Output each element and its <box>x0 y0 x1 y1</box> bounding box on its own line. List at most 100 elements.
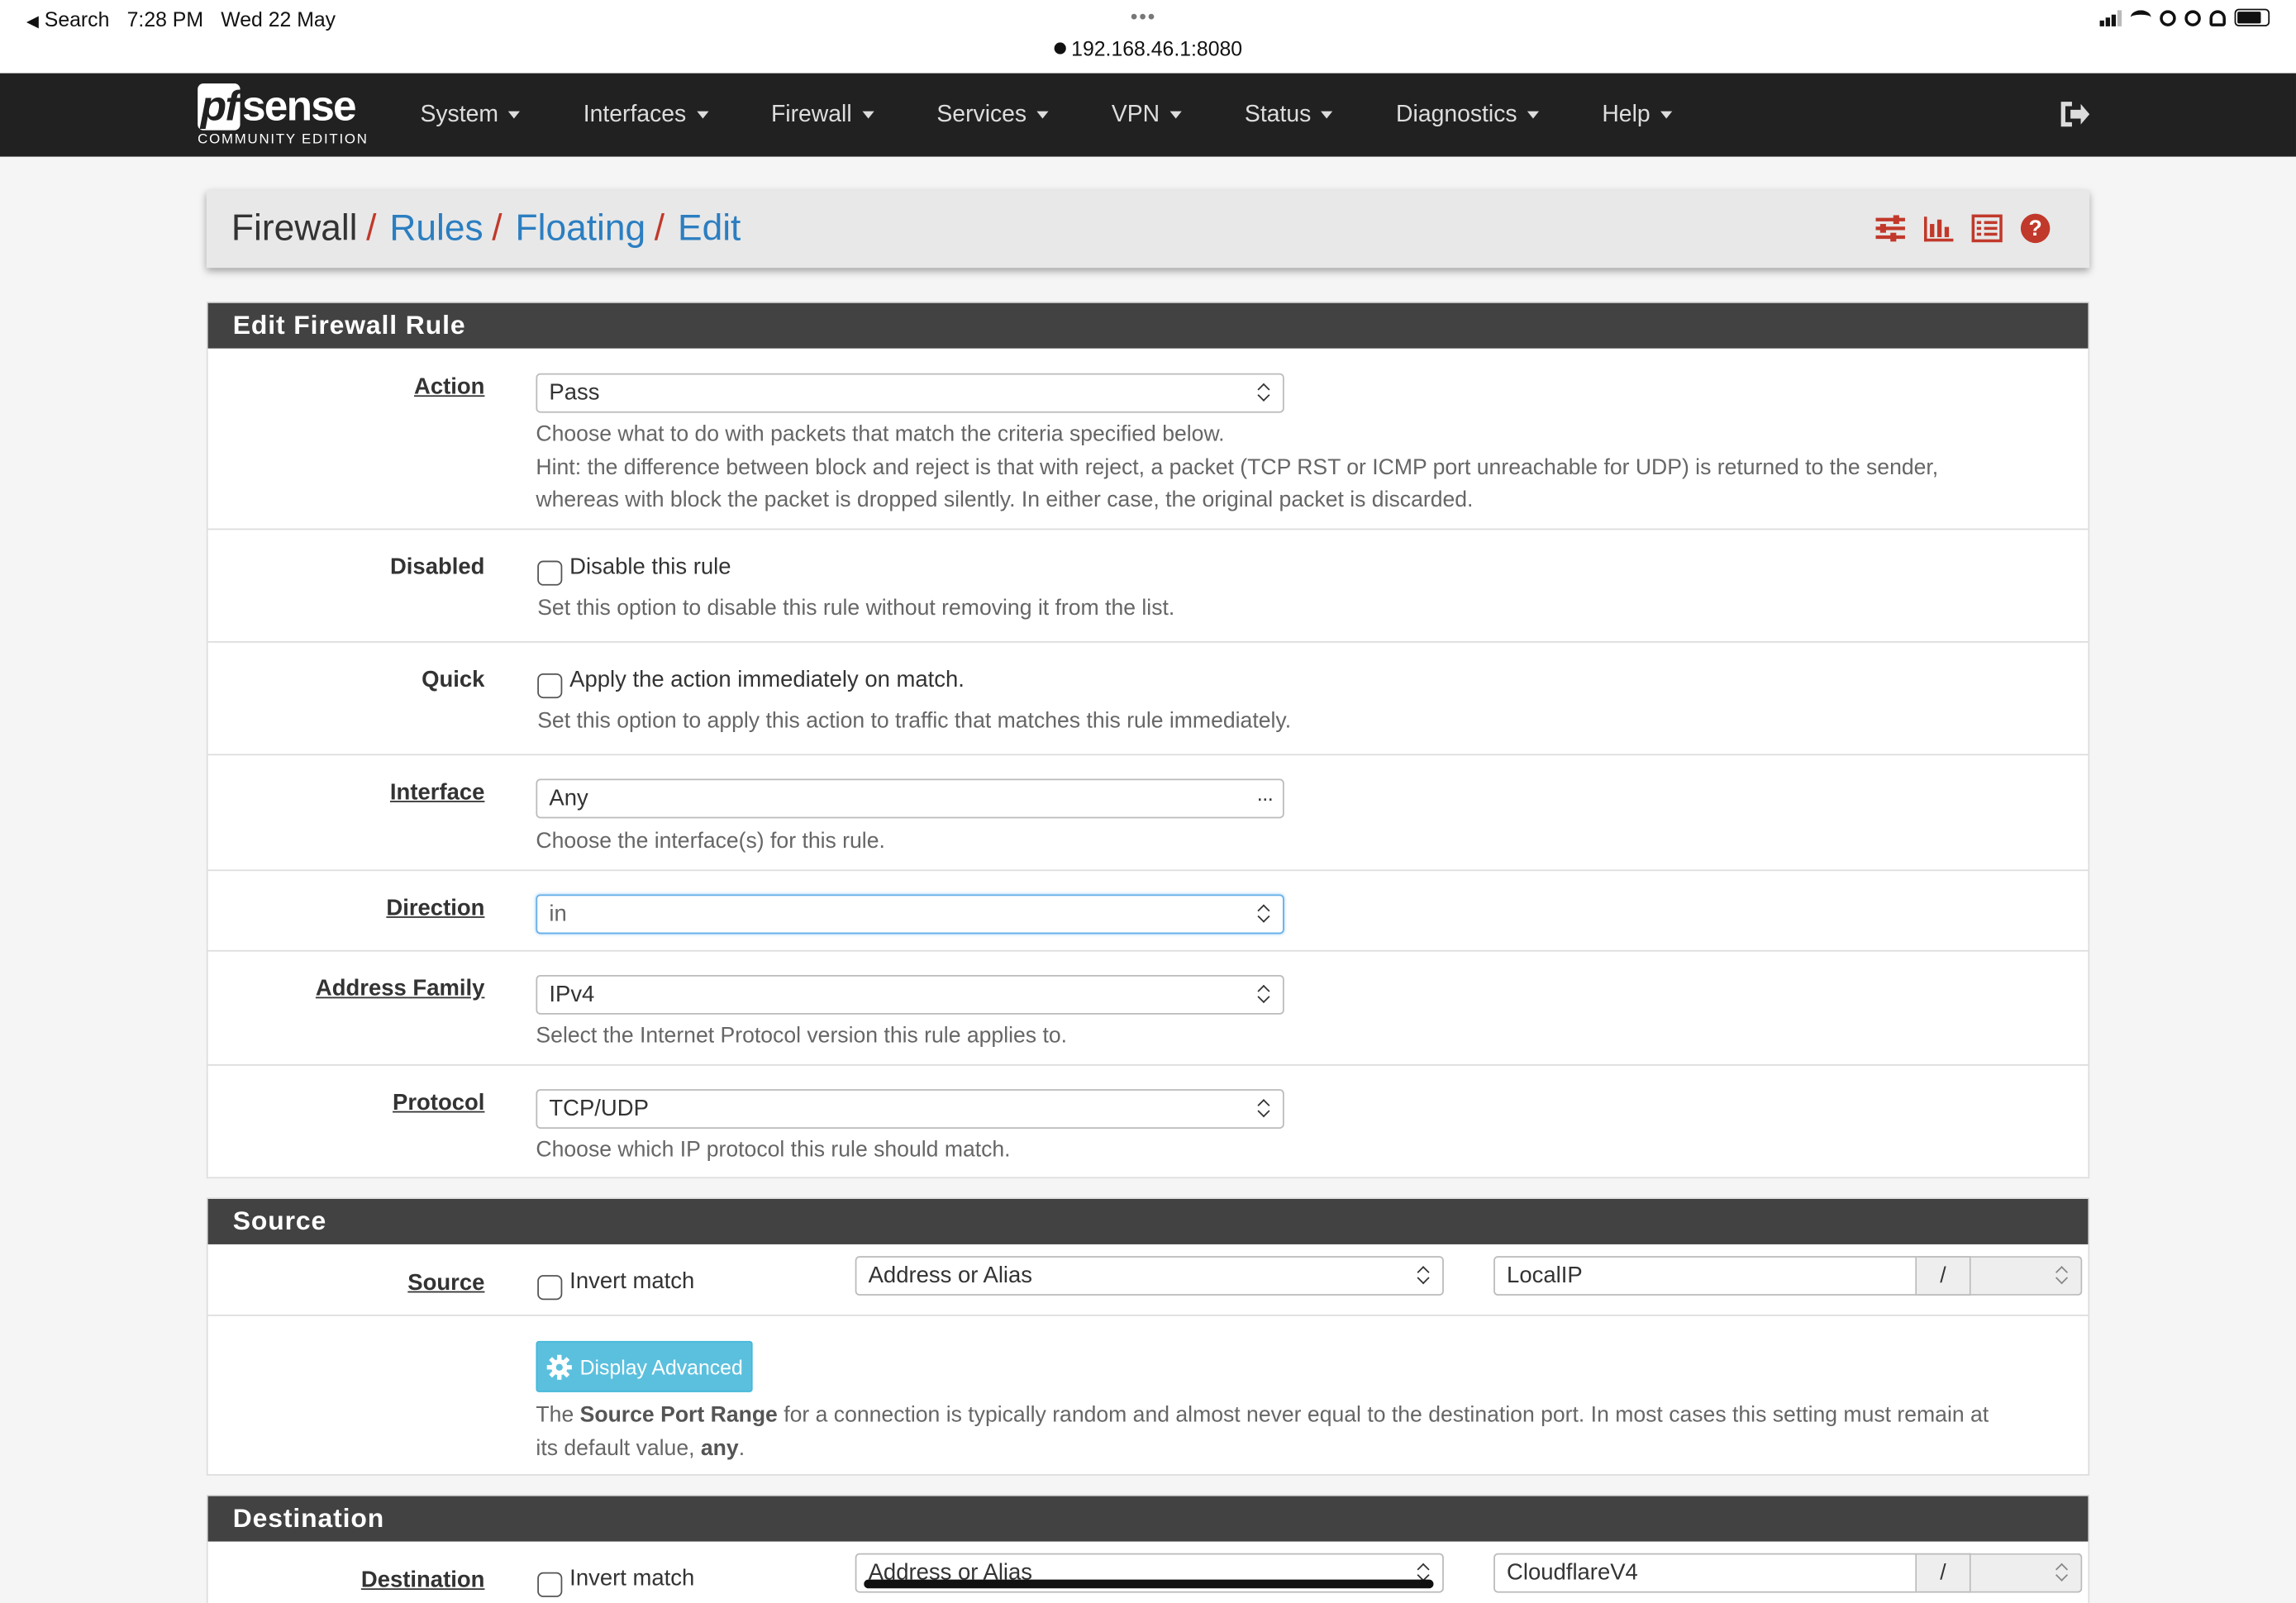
source-type-value: Address or Alias <box>868 1263 1033 1289</box>
caret-down-icon <box>1660 111 1673 119</box>
status-left: ◀ Search 7:28 PM Wed 22 May <box>26 7 336 31</box>
date: Wed 22 May <box>221 7 336 31</box>
destination-label[interactable]: Destination <box>361 1567 485 1594</box>
back-label: Search <box>44 7 110 31</box>
address-family-help: Select the Internet Protocol version thi… <box>536 1023 1068 1049</box>
source-mask-select[interactable] <box>1970 1256 2083 1296</box>
destination-slash: / <box>1917 1553 1971 1593</box>
menu-vpn[interactable]: VPN <box>1112 102 1182 128</box>
breadcrumb-separator: / <box>654 207 665 250</box>
source-invert-label[interactable]: Invert match <box>569 1269 694 1296</box>
back-to-search[interactable]: ◀ Search <box>26 7 109 31</box>
protocol-label[interactable]: Protocol <box>393 1091 484 1117</box>
disabled-checkbox-label[interactable]: Disable this rule <box>569 554 731 581</box>
destination-invert-checkbox[interactable] <box>537 1572 563 1597</box>
menu-firewall[interactable]: Firewall <box>771 102 874 128</box>
direction-label[interactable]: Direction <box>386 896 484 922</box>
top-navbar: pf sense COMMUNITY EDITION System Interfa… <box>0 73 2296 157</box>
breadcrumb-firewall: Firewall <box>231 207 358 250</box>
menu-label: Diagnostics <box>1396 102 1517 127</box>
multitask-dots-icon[interactable]: ••• <box>1131 4 1156 27</box>
home-indicator[interactable] <box>864 1579 1434 1589</box>
signal-icon <box>2099 9 2122 26</box>
logo-pf: pf <box>198 83 241 131</box>
action-value: Pass <box>549 380 600 406</box>
select-arrows-icon <box>1258 1100 1269 1119</box>
disabled-checkbox[interactable] <box>537 560 563 586</box>
breadcrumb: Firewall / Rules / Floating / Edit ? <box>206 190 2090 269</box>
breadcrumb-separator: / <box>492 207 503 250</box>
menu-services[interactable]: Services <box>936 102 1049 128</box>
help-icon[interactable]: ? <box>2019 212 2051 245</box>
source-address-value: LocalIP <box>1507 1263 1583 1289</box>
logo-sense: sense <box>241 83 357 131</box>
ios-status-bar: ◀ Search 7:28 PM Wed 22 May ••• 192.168.… <box>0 0 2296 74</box>
action-select[interactable]: Pass <box>536 373 1284 413</box>
display-advanced-button[interactable]: Display Advanced <box>536 1340 754 1392</box>
menu-help[interactable]: Help <box>1602 102 1673 128</box>
disabled-help: Set this option to disable this rule wit… <box>537 596 1175 621</box>
breadcrumb-edit[interactable]: Edit <box>678 208 741 250</box>
caret-down-icon <box>1169 111 1182 119</box>
source-label[interactable]: Source <box>407 1271 484 1297</box>
caret-down-icon <box>1527 111 1540 119</box>
menu-interfaces[interactable]: Interfaces <box>584 102 708 128</box>
source-type-select[interactable]: Address or Alias <box>855 1256 1444 1296</box>
source-invert-checkbox[interactable] <box>537 1275 563 1301</box>
menu-system[interactable]: System <box>420 102 521 128</box>
action-label[interactable]: Action <box>414 375 484 402</box>
display-advanced-label: Display Advanced <box>579 1354 743 1379</box>
logo-edition: COMMUNITY EDITION <box>198 131 369 148</box>
menu-label: Help <box>1602 102 1651 127</box>
menu-label: VPN <box>1111 102 1160 127</box>
url-bar[interactable]: 192.168.46.1:8080 <box>0 36 2296 60</box>
menu-diagnostics[interactable]: Diagnostics <box>1396 102 1540 128</box>
address-family-select[interactable]: IPv4 <box>536 974 1284 1015</box>
action-hint-cont: whereas with block the packet is dropped… <box>536 487 1474 513</box>
source-help-text: . <box>738 1435 745 1461</box>
site-info-icon <box>1053 42 1066 55</box>
bar-chart-icon[interactable] <box>1922 212 1955 245</box>
protocol-select[interactable]: TCP/UDP <box>536 1089 1284 1129</box>
direction-select[interactable]: in <box>536 894 1284 935</box>
status-right <box>2099 8 2270 26</box>
menu-status[interactable]: Status <box>1245 102 1333 128</box>
breadcrumb-rules[interactable]: Rules <box>389 208 483 250</box>
logout-icon[interactable] <box>2059 98 2091 131</box>
destination-address-value: CloudflareV4 <box>1507 1560 1638 1586</box>
log-list-icon[interactable] <box>1971 212 2003 245</box>
interface-help: Choose the interface(s) for this rule. <box>536 828 885 854</box>
quick-label: Quick <box>422 667 485 693</box>
sliders-icon[interactable] <box>1874 212 1907 245</box>
menu-label: Interfaces <box>583 102 687 127</box>
interface-select[interactable]: Any ··· <box>536 778 1284 819</box>
pfsense-logo[interactable]: pf sense COMMUNITY EDITION <box>198 83 369 148</box>
interface-value: Any <box>549 786 588 811</box>
destination-mask-select[interactable] <box>1970 1553 2083 1593</box>
menu-label: System <box>420 102 498 127</box>
select-arrows-icon <box>1258 905 1269 924</box>
interface-label[interactable]: Interface <box>390 780 484 806</box>
row-disabled: Disabled Disable this rule Set this opti… <box>207 528 2089 641</box>
source-panel: Source Source Invert match Address or Al… <box>206 1197 2090 1476</box>
destination-invert-label[interactable]: Invert match <box>569 1567 694 1593</box>
quick-checkbox-label[interactable]: Apply the action immediately on match. <box>569 668 965 694</box>
row-address-family: Address Family IPv4 Select the Internet … <box>207 949 2089 1064</box>
source-address-input[interactable]: LocalIP <box>1493 1256 1917 1296</box>
destination-address-input[interactable]: CloudflareV4 <box>1493 1553 1917 1593</box>
quick-checkbox[interactable] <box>537 673 563 699</box>
address-family-label[interactable]: Address Family <box>316 977 485 1003</box>
select-arrows-icon <box>1258 383 1269 402</box>
row-action: Action Pass Choose what to do with packe… <box>208 349 2089 529</box>
row-protocol: Protocol TCP/UDP Choose which IP protoco… <box>207 1064 2089 1178</box>
panel-title: Source <box>207 1199 2089 1244</box>
source-help-text: its default value, <box>536 1435 701 1461</box>
select-arrows-icon <box>1258 985 1269 1004</box>
protocol-help: Choose which IP protocol this rule shoul… <box>536 1137 1011 1163</box>
breadcrumb-floating[interactable]: Floating <box>516 208 646 250</box>
row-destination: Destination Invert match Address or Alia… <box>208 1542 2089 1603</box>
menu-label: Firewall <box>770 102 852 127</box>
breadcrumb-separator: / <box>366 207 377 250</box>
alarm-icon <box>2160 9 2176 26</box>
url-text: 192.168.46.1:8080 <box>1071 36 1243 60</box>
